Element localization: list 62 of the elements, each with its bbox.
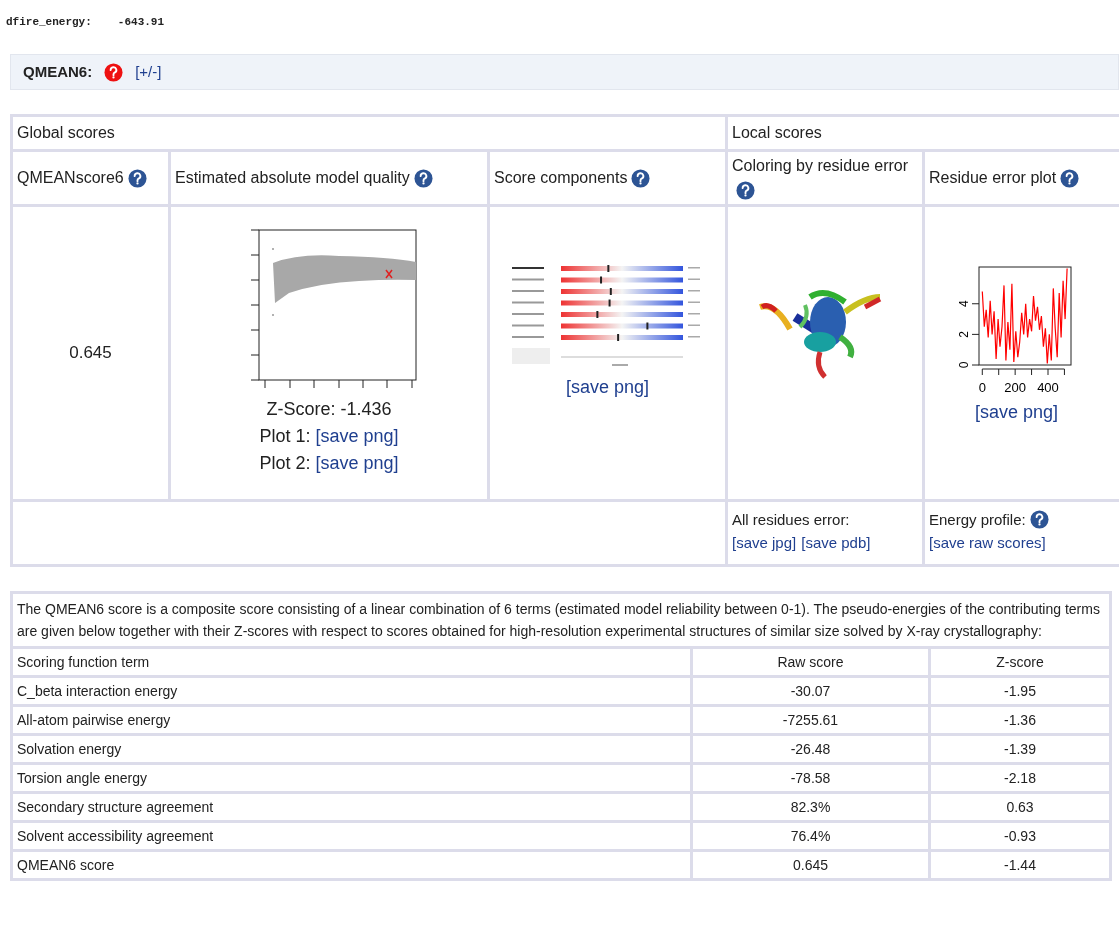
help-icon[interactable] [1060,169,1080,189]
table-cell: -1.39 [929,734,1111,764]
help-icon[interactable] [1029,510,1049,529]
table-cell: C_beta interaction energy [11,676,692,706]
save-link[interactable]: [save png] [315,450,399,477]
column-header: Z-score [929,647,1111,677]
y-tick-label: 4 [957,300,972,308]
column-header: Scoring function term [11,647,692,677]
help-icon[interactable] [127,169,147,189]
table-cell: 0.645 [11,205,170,501]
help-icon[interactable] [736,181,755,201]
table-cell: 0.63 [929,792,1111,822]
column-header: Raw score [691,647,930,677]
x-tick-label: 400 [1037,380,1059,395]
save-link[interactable]: [save jpg] [732,531,797,554]
table-cell: 0.645 [691,850,930,880]
table-cell: -78.58 [691,763,930,793]
table-cell: -7255.61 [691,705,930,735]
energy-profile-label: Energy profile: [929,510,1026,530]
column-header: Estimated absolute model quality [169,150,489,206]
table-cell: QMEAN6 score [11,850,692,880]
save-link[interactable]: [save png] [565,374,650,401]
plot-label: Plot 1: [259,425,311,448]
table-cell: -2.18 [929,763,1111,793]
table-cell: -26.48 [691,734,930,764]
table-cell: Torsion angle energy [11,763,692,793]
description-text: The QMEAN6 score is a composite score consisting of a linear combination of 6 terms (estimated model reliability between 0-1). The pseudo-energies of the contributing terms are given below together with their Z-scores with respect to scores obtained for high-resolution experimental structures of similar size solved by X-ray crystallography: [11,592,1111,648]
save-link[interactable]: [save raw scores] [929,534,1046,551]
plot-label: Plot 2: [259,452,311,475]
x-tick-label: 200 [1004,380,1026,395]
save-link[interactable]: [save png] [315,423,399,450]
help-icon[interactable] [104,62,124,82]
save-link[interactable]: [save pdb] [801,531,871,554]
y-tick-label: 2 [957,331,972,338]
help-icon[interactable] [413,169,433,189]
section-title: QMEAN6: [23,61,93,82]
table-cell: Secondary structure agreement [11,792,692,822]
table-cell: 76.4% [691,821,930,851]
table-cell: 82.3% [691,792,930,822]
table-header-cell: Local scores [726,115,1119,151]
y-tick-label: 0 [957,361,972,369]
column-header: Score components [488,150,727,206]
save-link[interactable]: [save png] [975,402,1059,422]
table-cell: -1.44 [929,850,1111,880]
residues-error-label: All residues error: [732,510,851,530]
dfire-label: dfire_energy: [6,15,92,30]
help-icon[interactable] [631,169,651,189]
table-cell: Solvation energy [11,734,692,764]
table-cell: -0.93 [929,821,1111,851]
dfire-value: -643.91 [117,15,165,30]
column-header: QMEANscore6 [11,150,170,206]
table-header-cell: Global scores [11,115,727,151]
table-cell: Solvent accessibility agreement [11,821,692,851]
table-cell: -1.36 [929,705,1111,735]
x-tick-label: 0 [978,380,986,395]
toggle-link[interactable]: [+/-] [135,60,162,84]
table-cell: -30.07 [691,676,930,706]
table-cell: -1.95 [929,676,1111,706]
table-cell: All-atom pairwise energy [11,705,692,735]
y-axis [971,303,980,366]
zscore-text: Z-Score: -1.436 [266,398,392,421]
column-header: Coloring by residue error [726,150,924,206]
